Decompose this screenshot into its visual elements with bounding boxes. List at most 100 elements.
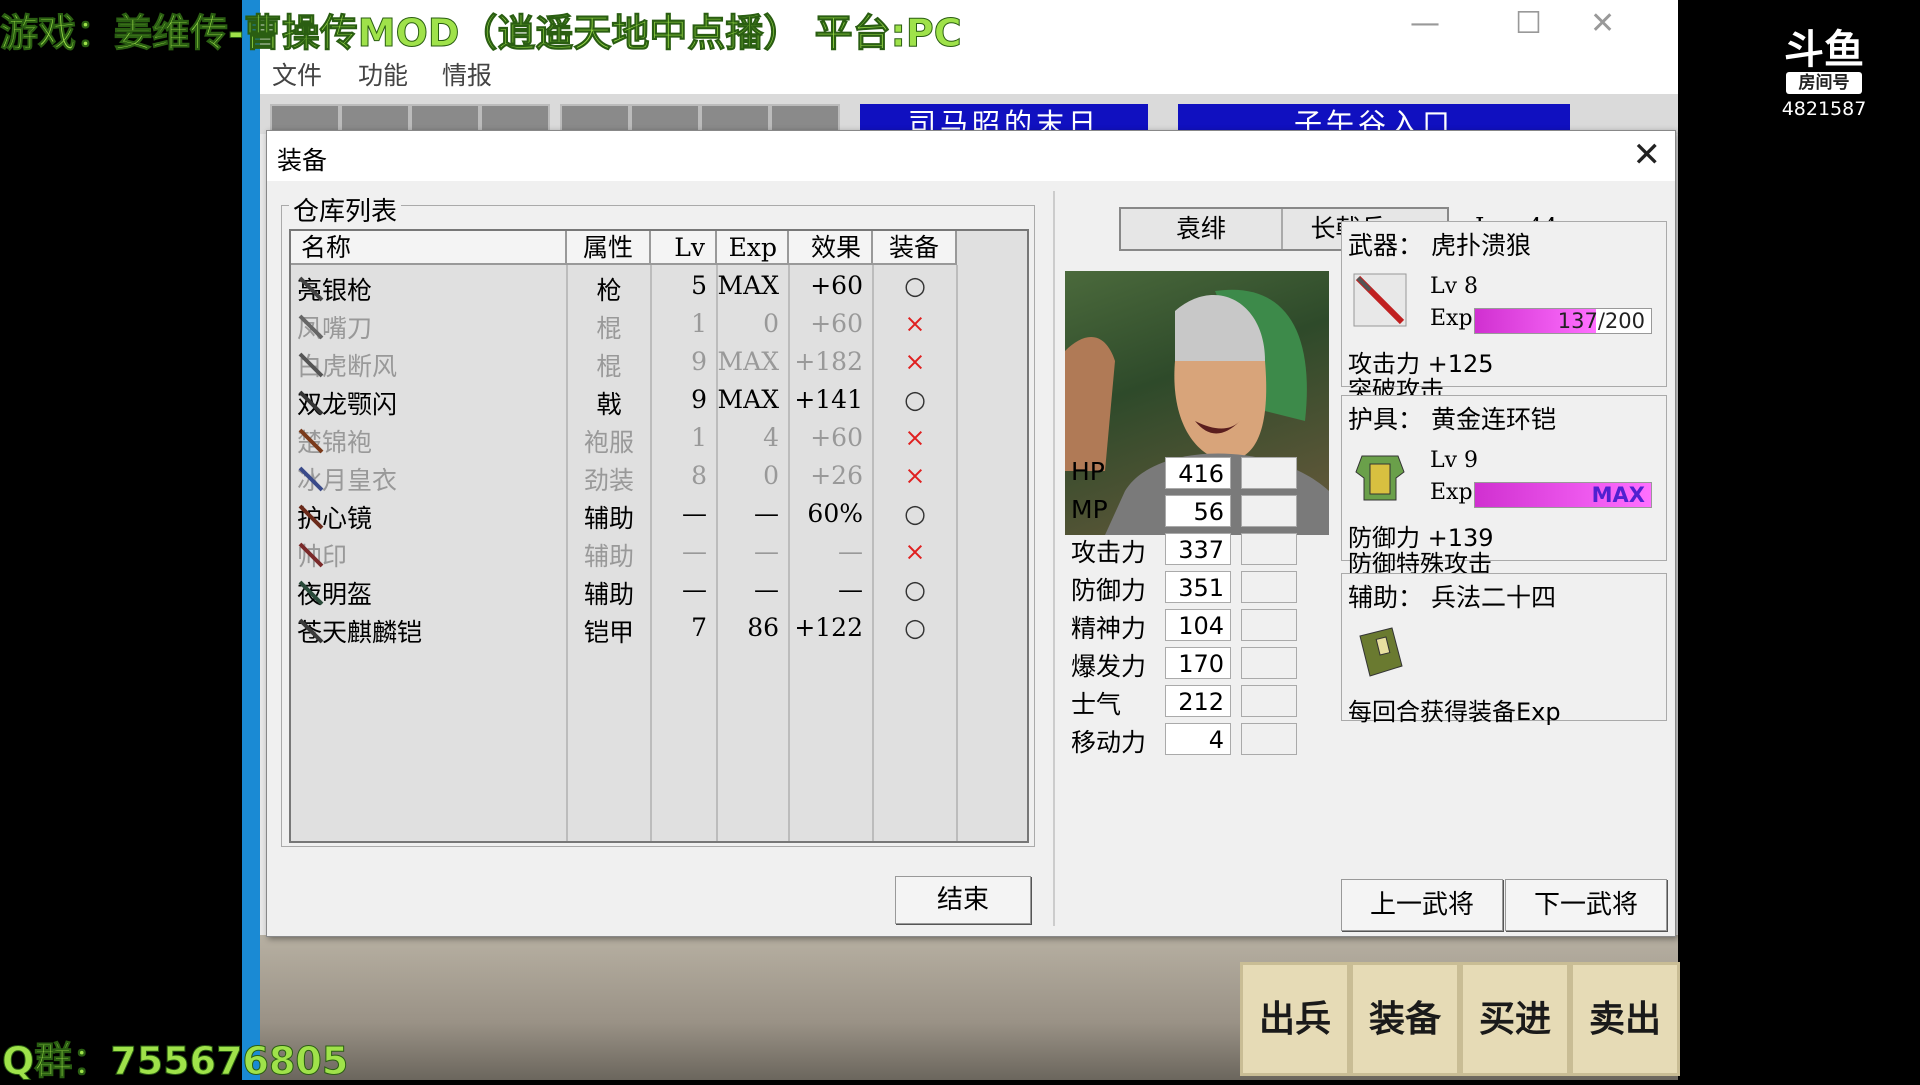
table-row[interactable]: 双龙颚闪 戟 9 MAX +141 ○ [291,381,1027,419]
prev-general-button[interactable]: 上一武将 [1341,879,1503,931]
col-exp[interactable]: Exp [717,231,789,265]
table-row[interactable]: 凤嘴刀 棍 1 0 +60 × [291,305,1027,343]
table-row[interactable]: 冰月皇衣 劲装 8 0 +26 × [291,457,1027,495]
stat-label: 精神力 [1071,614,1147,643]
close-window-icon[interactable]: ✕ [1590,6,1615,41]
douyu-logo: 斗鱼 房间号 4821587 [1776,28,1872,120]
weapon-exp-text: 137/200 [1557,309,1645,333]
stat-bonus [1241,609,1297,641]
item-lv: 9 [691,385,707,414]
stat-label: HP [1071,457,1105,486]
next-general-button[interactable]: 下一武将 [1505,879,1667,931]
stat-value: 337 [1165,533,1231,565]
stat-value: 212 [1165,685,1231,717]
stat-bonus [1241,457,1297,489]
weapon-title: 武器： 虎扑溃狼 [1348,231,1531,260]
item-effect: — [838,537,863,566]
book-icon [1348,620,1412,684]
minimize-icon[interactable]: — [1410,6,1440,41]
col-name[interactable]: 名称 [291,231,567,265]
buy-button[interactable]: 买进 [1460,962,1570,1076]
item-exp: — [754,537,779,566]
item-lv: — [682,537,707,566]
item-lv: 1 [691,309,707,338]
item-type: 劲装 [583,466,634,495]
equip-dialog: 装备 ✕ 仓库列表 名称 属性 Lv Exp 效果 装备 亮银枪 枪 5 MAX +60… [266,130,1676,937]
item-name: 帅印 [297,537,347,573]
item-icon [297,275,325,303]
armor-exp-bar: MAX [1474,482,1652,508]
item-equip-mark: × [904,347,926,376]
menu-file[interactable]: 文件 [272,56,322,92]
stream-title: 游戏：姜维传-曹操传MOD（逍遥天地中点播） 平台:PC [0,11,962,56]
item-name: 亮银枪 [297,271,372,307]
weapon-exp-bar: 137/200 [1474,308,1652,334]
spear-icon [1348,268,1412,332]
qq-group: Q群：755676805 [1,1039,349,1084]
item-effect: +60 [810,271,863,300]
item-lv: 1 [691,423,707,452]
col-type[interactable]: 属性 [567,231,651,265]
item-exp: — [754,575,779,604]
end-button[interactable]: 结束 [895,876,1031,924]
stat-bonus [1241,495,1297,527]
weapon-lv: Lv 8 [1430,274,1479,299]
table-row[interactable]: 苍天麒麟铠 铠甲 7 86 +122 ○ [291,609,1027,647]
item-type: 棍 [596,314,622,343]
table-row[interactable]: 楚锦袍 袍服 1 4 +60 × [291,419,1027,457]
stat-bonus [1241,571,1297,603]
item-lv: 7 [691,613,707,642]
table-row[interactable]: 白虎断风 棍 9 MAX +182 × [291,343,1027,381]
accessory-title: 辅助： 兵法二十四 [1348,583,1556,612]
room-label: 房间号 [1786,72,1862,94]
menubar: 文件 功能 情报 [260,52,1678,94]
stat-bonus [1241,723,1297,755]
item-name: 夜明盔 [297,575,372,611]
stat-value: 170 [1165,647,1231,679]
table-row[interactable]: 帅印 辅助 — — — × [291,533,1027,571]
item-effect: +141 [794,385,863,414]
table-row[interactable]: 亮银枪 枪 5 MAX +60 ○ [291,267,1027,305]
maximize-icon[interactable]: ☐ [1515,6,1542,41]
stat-label: 攻击力 [1071,538,1147,567]
item-lv: — [682,499,707,528]
item-icon [297,313,325,341]
dialog-titlebar [267,131,1675,181]
stat-label: MP [1071,495,1108,524]
item-lv: — [682,575,707,604]
stat-label: 士气 [1071,690,1122,719]
item-equip-mark: × [904,423,926,452]
warehouse-label: 仓库列表 [289,191,402,228]
item-exp: 86 [747,613,779,642]
close-icon[interactable]: ✕ [1633,135,1662,175]
menu-function[interactable]: 功能 [358,56,408,92]
table-row[interactable]: 护心镜 辅助 — — 60% ○ [291,495,1027,533]
stat-label: 爆发力 [1071,652,1147,681]
equip-command-button[interactable]: 装备 [1350,962,1460,1076]
divider [1053,191,1055,926]
stat-value: 416 [1165,457,1231,489]
accessory-panel: 辅助： 兵法二十四 每回合获得装备Exp [1341,573,1667,726]
item-exp: MAX [717,347,779,376]
item-type: 棍 [596,352,622,381]
col-equip[interactable]: 装备 [873,231,957,265]
item-exp: 0 [763,309,779,338]
item-icon [297,617,325,645]
sell-button[interactable]: 卖出 [1570,962,1680,1076]
weapon-exp-label: Exp [1430,306,1473,331]
item-icon [297,503,325,531]
table-row[interactable]: 夜明盔 辅助 — — — ○ [291,571,1027,609]
item-equip-mark: ○ [904,613,926,642]
item-table[interactable]: 名称 属性 Lv Exp 效果 装备 亮银枪枪 5 MAX +60 ○ 凤嘴刀棍 1 0 +60… [289,229,1029,843]
item-name: 冰月皇衣 [297,461,397,497]
item-equip-mark: × [904,537,926,566]
item-equip-mark: ○ [904,575,926,604]
col-effect[interactable]: 效果 [789,231,873,265]
menu-intel[interactable]: 情报 [442,56,492,92]
item-exp: 4 [763,423,779,452]
item-lv: 8 [691,461,707,490]
stat-value: 104 [1165,609,1231,641]
col-lv[interactable]: Lv [651,231,717,265]
sortie-button[interactable]: 出兵 [1240,962,1350,1076]
item-name: 苍天麒麟铠 [297,613,422,649]
